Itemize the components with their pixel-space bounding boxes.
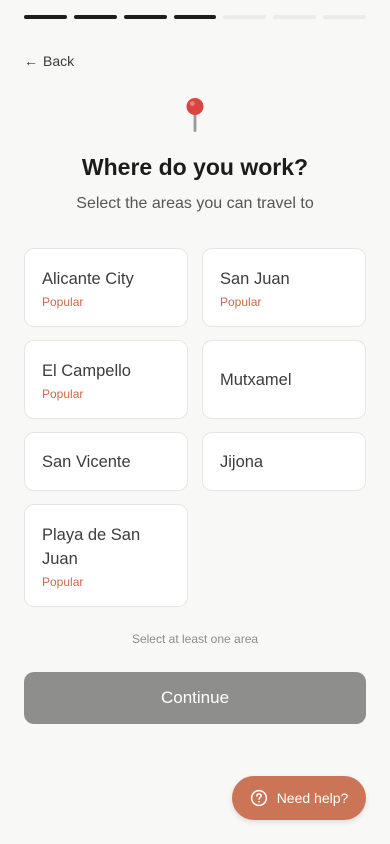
- popular-badge: Popular: [220, 294, 262, 309]
- area-card-san-juan[interactable]: San Juan Popular: [202, 248, 366, 327]
- area-card-mutxamel[interactable]: Mutxamel: [202, 340, 366, 419]
- page-title: Where do you work?: [81, 154, 309, 180]
- area-name: Mutxamel: [220, 370, 292, 389]
- area-name: Playa de San Juan: [42, 525, 141, 568]
- map-pin-icon: [186, 98, 204, 132]
- area-card-playa-de-san-juan[interactable]: Playa de San Juan Popular: [24, 504, 188, 607]
- area-name: Jijona: [220, 452, 264, 471]
- progress-segment: [24, 15, 67, 19]
- progress-segment: [123, 15, 167, 19]
- area-name: San Vicente: [42, 452, 131, 471]
- area-name: San Juan: [220, 269, 290, 288]
- area-card-jijona[interactable]: Jijona: [202, 432, 366, 491]
- area-grid: Alicante City Popular San Juan Popular E…: [24, 248, 366, 607]
- continue-button[interactable]: Continue: [24, 672, 366, 724]
- arrow-left-icon: ←: [24, 53, 38, 69]
- area-card-el-campello[interactable]: El Campello Popular: [24, 340, 188, 419]
- progress-segment: [73, 15, 117, 19]
- popular-badge: Popular: [42, 294, 84, 309]
- selection-hint: Select at least one area: [131, 632, 259, 646]
- area-card-alicante-city[interactable]: Alicante City Popular: [24, 248, 188, 327]
- area-name: Alicante City: [42, 269, 134, 288]
- need-help-label: Need help?: [276, 790, 349, 806]
- progress-segment: [323, 15, 367, 19]
- question-circle-icon: [250, 789, 267, 807]
- progress-segment: [173, 15, 217, 19]
- back-label: Back: [43, 53, 75, 69]
- area-card-san-vicente[interactable]: San Vicente: [24, 432, 188, 491]
- back-button[interactable]: ← Back: [24, 53, 74, 69]
- popular-badge: Popular: [42, 386, 84, 401]
- page-subtitle: Select the areas you can travel to: [76, 195, 314, 212]
- progress-segment: [273, 15, 317, 19]
- area-name: El Campello: [42, 361, 131, 380]
- progress-segment: [223, 15, 267, 19]
- popular-badge: Popular: [42, 574, 84, 589]
- need-help-button[interactable]: Need help?: [232, 776, 366, 820]
- progress-bar: [24, 15, 367, 19]
